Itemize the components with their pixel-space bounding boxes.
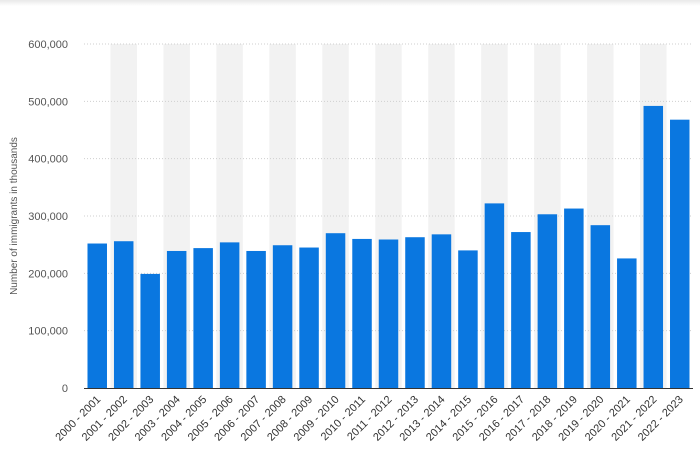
bar [352, 238, 372, 388]
bar [590, 225, 611, 388]
bar [219, 242, 240, 388]
y-tick-label: 400,000 [28, 154, 68, 166]
bar [272, 245, 293, 388]
y-tick-label: 200,000 [28, 268, 68, 280]
bar [617, 258, 637, 388]
y-tick-label: 300,000 [28, 211, 68, 223]
bar [193, 248, 213, 388]
bar [484, 203, 505, 388]
bar [140, 273, 160, 388]
bar [378, 239, 399, 388]
y-tick-label: 100,000 [28, 326, 68, 338]
bar [113, 241, 134, 388]
bar [458, 250, 478, 388]
bar-chart: 0 100,000 200,000 300,000 400,000 500,000 600,… [9, 39, 693, 444]
bar [87, 243, 107, 388]
bar [246, 250, 266, 388]
x-axis-ticks: 2000 - 20012001 - 20022002 - 20032003 - … [53, 394, 686, 444]
bar [325, 233, 346, 388]
bar [299, 247, 319, 388]
y-tick-label: 600,000 [28, 39, 68, 51]
y-tick-label: 0 [62, 383, 68, 395]
bar [431, 234, 452, 388]
bar [511, 232, 531, 388]
bar [670, 119, 690, 389]
bar [564, 208, 584, 388]
bar [166, 250, 187, 388]
bar [537, 214, 558, 388]
y-tick-label: 500,000 [28, 96, 68, 108]
bar [405, 237, 425, 388]
y-axis-ticks: 0 100,000 200,000 300,000 400,000 500,000 600,… [28, 39, 68, 395]
y-axis-title: Number of immigrants in thousands [9, 137, 20, 295]
bar [643, 105, 664, 389]
